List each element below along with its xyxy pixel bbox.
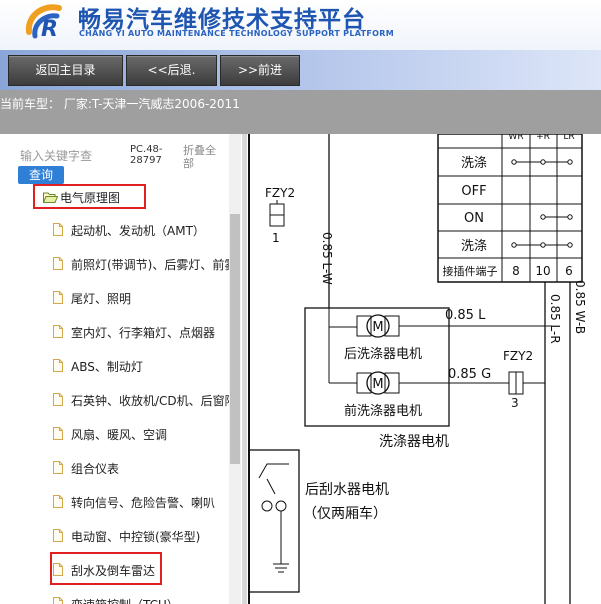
tree-item[interactable]: 起动机、发动机（AMT） xyxy=(53,218,233,242)
tree-item-label: 风扇、暖风、空调 xyxy=(71,428,168,442)
svg-text:R: R xyxy=(41,17,58,42)
terminal-label: 接插件端子 xyxy=(443,264,498,278)
tree-item[interactable]: 转向信号、危险告警、喇叭 xyxy=(53,490,233,514)
toolbar: 返回主目录 <<后退. >>前进 xyxy=(0,50,601,90)
tree-item[interactable]: ABS、制动灯 xyxy=(53,354,233,378)
rear-wiper-motor-label: 后刮水器电机 xyxy=(305,482,389,498)
tree-item-label: ABS、制动灯 xyxy=(71,360,143,374)
row-label-2: OFF xyxy=(461,184,486,199)
document-icon xyxy=(53,359,63,372)
tree-item[interactable]: 风扇、暖风、空调 xyxy=(53,422,233,446)
current-model-text: 当前车型： 厂家:T-天津一汽威志2006-2011 xyxy=(0,97,240,111)
left-panel: 输入关键字查 查询 PC.48-28797 折叠全部 电气原理图 起动机、发动机… xyxy=(0,134,243,604)
fuse-left-label: FZY2 xyxy=(265,186,295,200)
tree-item[interactable]: 电动窗、中控锁(豪华型) xyxy=(53,524,233,548)
tree-root-electrical[interactable]: 电气原理图 xyxy=(33,184,146,209)
tree-item[interactable]: 石英钟、收放机/CD机、后窗除霜 xyxy=(53,388,233,412)
table-header-3: LR xyxy=(563,134,574,142)
rear-wiper-motor-note: （仅两厢车） xyxy=(303,505,387,522)
row-label-4: 洗涤 xyxy=(461,239,487,254)
logo-icon: R xyxy=(25,4,62,42)
document-icon xyxy=(53,325,63,338)
rear-washer-motor-label: 后洗涤器电机 xyxy=(344,347,422,362)
folder-open-icon xyxy=(43,192,58,203)
app-subtitle: CHANG YI AUTO MAINTENANCE TECHNOLOGY SUP… xyxy=(79,29,394,38)
row-label-3: ON xyxy=(464,211,484,226)
tree-item-label: 变速箱控制（TCU） xyxy=(71,596,179,604)
document-icon xyxy=(53,291,63,304)
tree-item-label: 转向信号、危险告警、喇叭 xyxy=(71,496,216,510)
row-label-1: 洗涤 xyxy=(461,156,487,171)
tree-item-label: 电动窗、中控锁(豪华型) xyxy=(71,530,201,544)
wire-label-g: 0.85 G xyxy=(448,367,491,382)
tree-item-label: 组合仪表 xyxy=(71,462,120,476)
document-icon xyxy=(53,597,63,604)
terminal-6: 6 xyxy=(565,264,573,278)
wiring-diagram: WR +R LR 洗涤 OFF ON 洗涤 接插件端子 8 10 6 FZY2 … xyxy=(247,134,601,604)
terminal-8: 8 xyxy=(512,264,520,278)
tree-item-label: 起动机、发动机（AMT） xyxy=(71,224,205,238)
app-header: R 畅易汽车维修技术支持平台 CHANG YI AUTO MAINTENANCE… xyxy=(0,0,601,50)
wire-label-wb: 0.85 W-B xyxy=(573,280,587,334)
document-icon xyxy=(53,257,63,270)
motor-symbol-rear: M xyxy=(372,320,383,335)
tree-item[interactable]: 室内灯、行李箱灯、点烟器 xyxy=(53,320,233,344)
fuse-right-label: FZY2 xyxy=(503,349,533,363)
search-input[interactable]: 输入关键字查 xyxy=(20,147,92,164)
search-button[interactable]: 查询 xyxy=(18,166,64,184)
selected-item-highlight xyxy=(50,552,162,585)
tree-item[interactable]: 组合仪表 xyxy=(53,456,233,480)
tree-item-label: 室内灯、行李箱灯、点烟器 xyxy=(71,326,216,340)
washer-motor-label: 洗涤器电机 xyxy=(379,434,449,450)
scrollbar-thumb[interactable] xyxy=(230,214,240,464)
tree-item-label: 前照灯(带调节)、后雾灯、前雾灯 xyxy=(71,258,233,272)
model-bar: 当前车型： 厂家:T-天津一汽威志2006-2011 xyxy=(0,90,601,134)
left-panel-scrollbar[interactable] xyxy=(229,134,241,604)
table-header-1: WR xyxy=(508,134,523,142)
tree-item[interactable]: 前照灯(带调节)、后雾灯、前雾灯 xyxy=(53,252,233,276)
document-icon xyxy=(53,461,63,474)
document-icon xyxy=(53,529,63,542)
fuse-right-number: 3 xyxy=(511,396,519,410)
table-header-2: +R xyxy=(536,134,550,142)
document-code: PC.48-28797 xyxy=(130,144,163,166)
wiring-diagram-svg: WR +R LR 洗涤 OFF ON 洗涤 接插件端子 8 10 6 FZY2 … xyxy=(248,134,587,604)
document-icon xyxy=(53,223,63,236)
document-icon xyxy=(53,427,63,440)
wire-label-lw: 0.85 L-W xyxy=(320,232,334,285)
tree-item[interactable]: 变速箱控制（TCU） xyxy=(53,592,233,604)
document-icon xyxy=(53,393,63,406)
fuse-left-number: 1 xyxy=(272,231,280,245)
tree-item-label: 石英钟、收放机/CD机、后窗除霜 xyxy=(71,394,233,408)
tree-item-label: 尾灯、照明 xyxy=(71,292,132,306)
front-washer-motor-label: 前洗涤器电机 xyxy=(344,403,422,419)
terminal-10: 10 xyxy=(535,264,550,278)
tree-item[interactable]: 尾灯、照明 xyxy=(53,286,233,310)
forward-button[interactable]: >>前进 xyxy=(220,55,300,86)
wire-label-lr: 0.85 L-R xyxy=(548,294,562,344)
collapse-all-link[interactable]: 折叠全部 xyxy=(183,144,223,170)
home-button[interactable]: 返回主目录 xyxy=(8,55,123,86)
switch-table: WR +R LR 洗涤 OFF ON 洗涤 接插件端子 8 10 6 xyxy=(437,134,583,283)
document-icon xyxy=(53,495,63,508)
motor-symbol-front: M xyxy=(372,377,383,392)
wire-label-l: 0.85 L xyxy=(445,308,486,323)
back-button[interactable]: <<后退. xyxy=(126,55,217,86)
tree-root-label: 电气原理图 xyxy=(60,191,121,205)
